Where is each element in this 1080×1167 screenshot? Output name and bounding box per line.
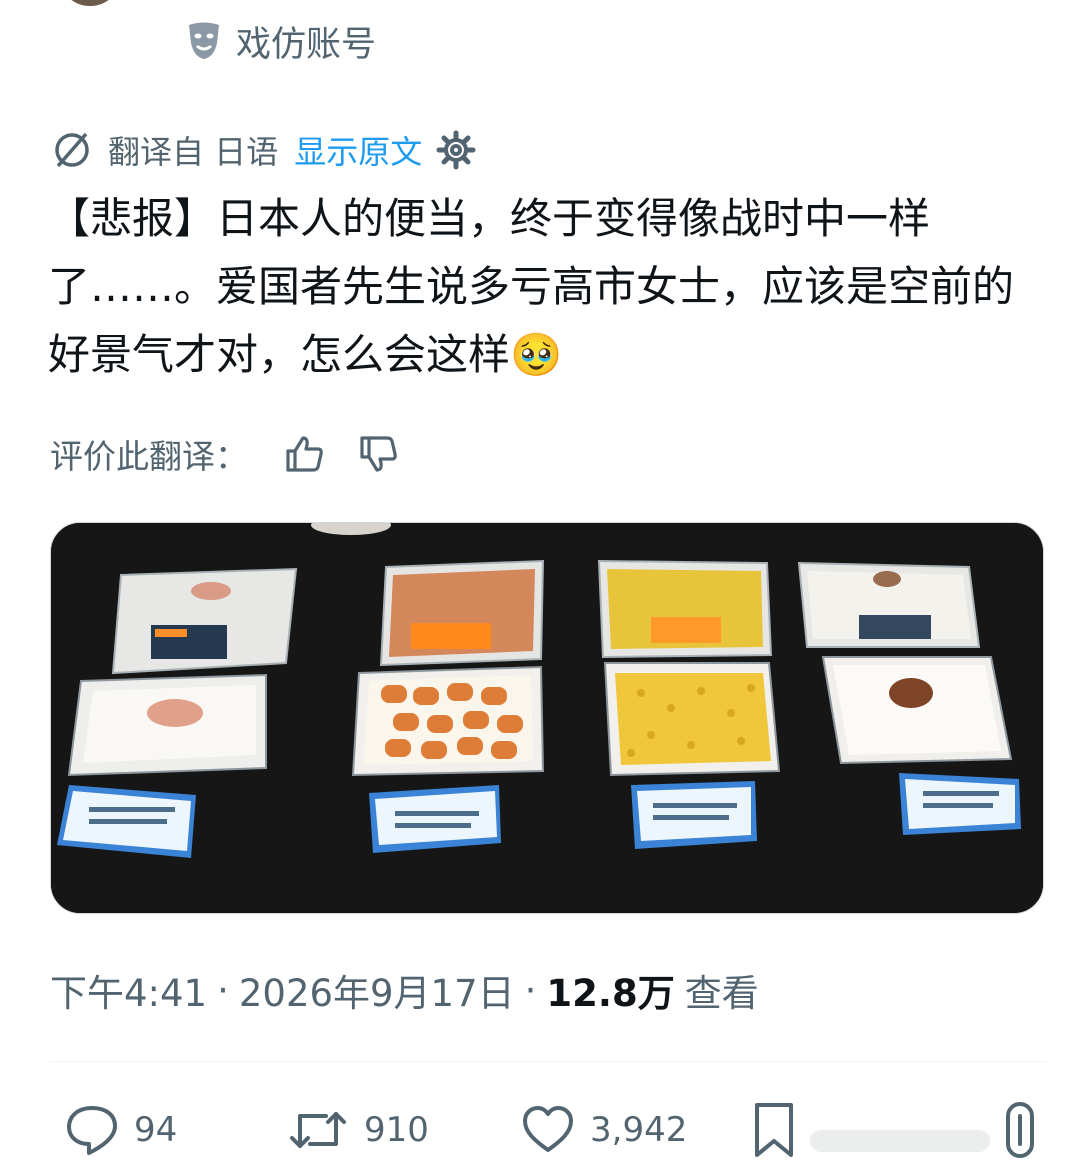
translate-icon	[50, 128, 94, 172]
bookmark-button[interactable]	[752, 1098, 796, 1162]
parody-account-label: 戏仿账号	[186, 18, 377, 65]
views-label[interactable]: 查看	[685, 963, 759, 1017]
repost-count: 910	[364, 1110, 429, 1150]
meta-separator: ·	[217, 968, 229, 1012]
avatar[interactable]	[58, 0, 122, 6]
translation-bar: 翻译自 日语 显示原文	[50, 126, 476, 174]
gear-icon[interactable]	[436, 130, 476, 170]
theater-mask-icon	[186, 21, 222, 61]
like-count: 3,942	[590, 1110, 688, 1150]
thumbs-down-icon[interactable]	[358, 434, 398, 474]
rate-translation-label: 评价此翻译：	[50, 437, 248, 476]
share-icon	[1000, 1100, 1040, 1160]
translated-from-text: 翻译自 日语	[108, 133, 279, 171]
heart-icon	[520, 1102, 576, 1158]
like-button[interactable]: 3,942	[520, 1098, 687, 1162]
repost-icon	[286, 1102, 350, 1158]
post-meta: 下午4:41 · 2026年9月17日 · 12.8万 查看	[50, 960, 759, 1020]
share-button[interactable]	[1000, 1098, 1040, 1162]
post-text: 【悲报】日本人的便当，终于变得像战时中一样了……。爱国者先生说多亏高市女士，应该…	[48, 194, 1015, 379]
show-original-link[interactable]: 显示原文	[294, 127, 422, 173]
reply-count: 94	[134, 1110, 178, 1150]
bookmark-icon	[752, 1101, 796, 1159]
post-time[interactable]: 下午4:41	[50, 963, 207, 1017]
thumbs-up-icon[interactable]	[284, 434, 324, 474]
reply-button[interactable]: 94	[64, 1098, 177, 1162]
views-count[interactable]: 12.8万	[546, 963, 674, 1017]
parody-label-text: 戏仿账号	[236, 24, 377, 65]
meta-separator: ·	[524, 968, 537, 1012]
rate-translation: 评价此翻译：	[50, 428, 398, 480]
post-image[interactable]	[50, 522, 1044, 914]
divider	[50, 1061, 1046, 1062]
repost-button[interactable]: 910	[286, 1098, 429, 1162]
post-date[interactable]: 2026年9月17日	[239, 963, 515, 1017]
reply-icon	[64, 1102, 120, 1158]
